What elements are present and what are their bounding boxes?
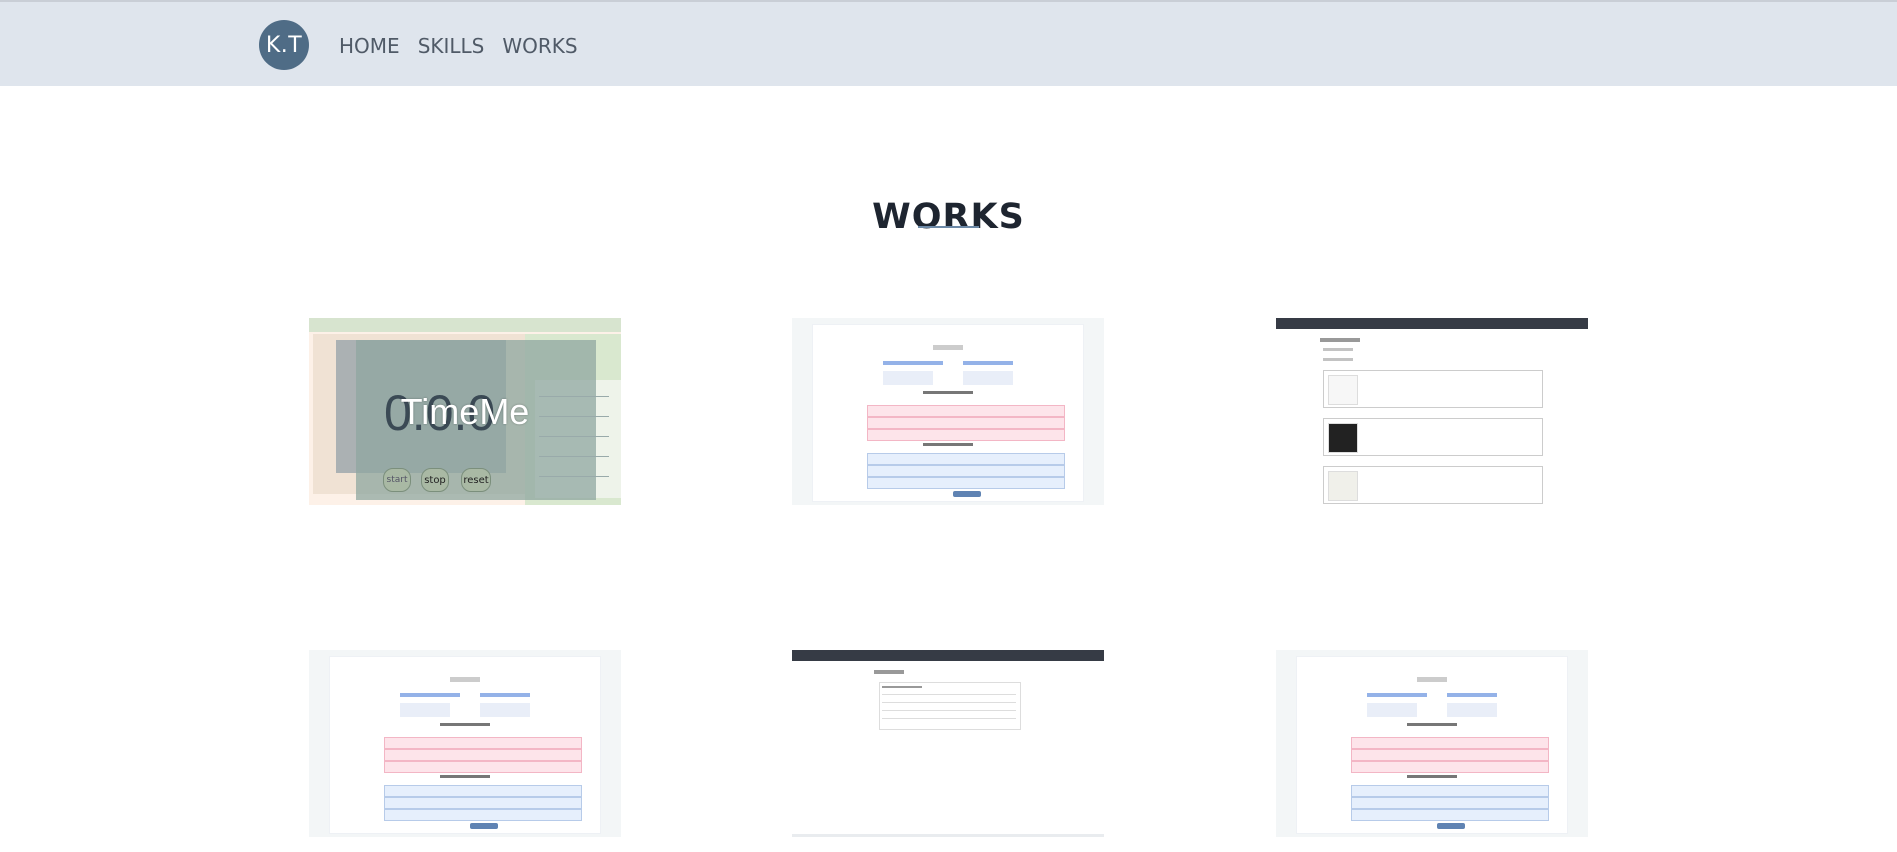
thumbnail-navbar xyxy=(792,650,1104,661)
product-item xyxy=(1323,466,1543,504)
logo[interactable]: K.T xyxy=(259,20,309,70)
thumbnail-navbar xyxy=(1276,318,1588,329)
work-title: TimeMe xyxy=(400,390,530,432)
nav-home[interactable]: HOME xyxy=(339,34,400,58)
quiz-thumbnail xyxy=(1296,656,1568,834)
site-header: K.T HOME SKILLS WORKS xyxy=(0,2,1897,86)
page-title: WORKS xyxy=(872,197,1025,238)
quiz-thumbnail xyxy=(329,656,601,834)
work-card-quiz-result[interactable] xyxy=(1276,650,1588,837)
product-item xyxy=(1323,418,1543,456)
title-underline xyxy=(918,226,979,228)
work-card-product-list[interactable] xyxy=(1276,318,1588,505)
work-card-order-complete[interactable] xyxy=(792,650,1104,837)
work-card-quiz-result[interactable] xyxy=(309,650,621,837)
product-item xyxy=(1323,370,1543,408)
main-nav: HOME SKILLS WORKS xyxy=(339,34,578,58)
work-card-quiz-result[interactable] xyxy=(792,318,1104,505)
quiz-thumbnail xyxy=(812,324,1084,502)
nav-works[interactable]: WORKS xyxy=(502,34,577,58)
nav-skills[interactable]: SKILLS xyxy=(418,34,485,58)
work-card-timeme[interactable]: 0.0.0 start stop reset TimeMe xyxy=(309,318,621,505)
